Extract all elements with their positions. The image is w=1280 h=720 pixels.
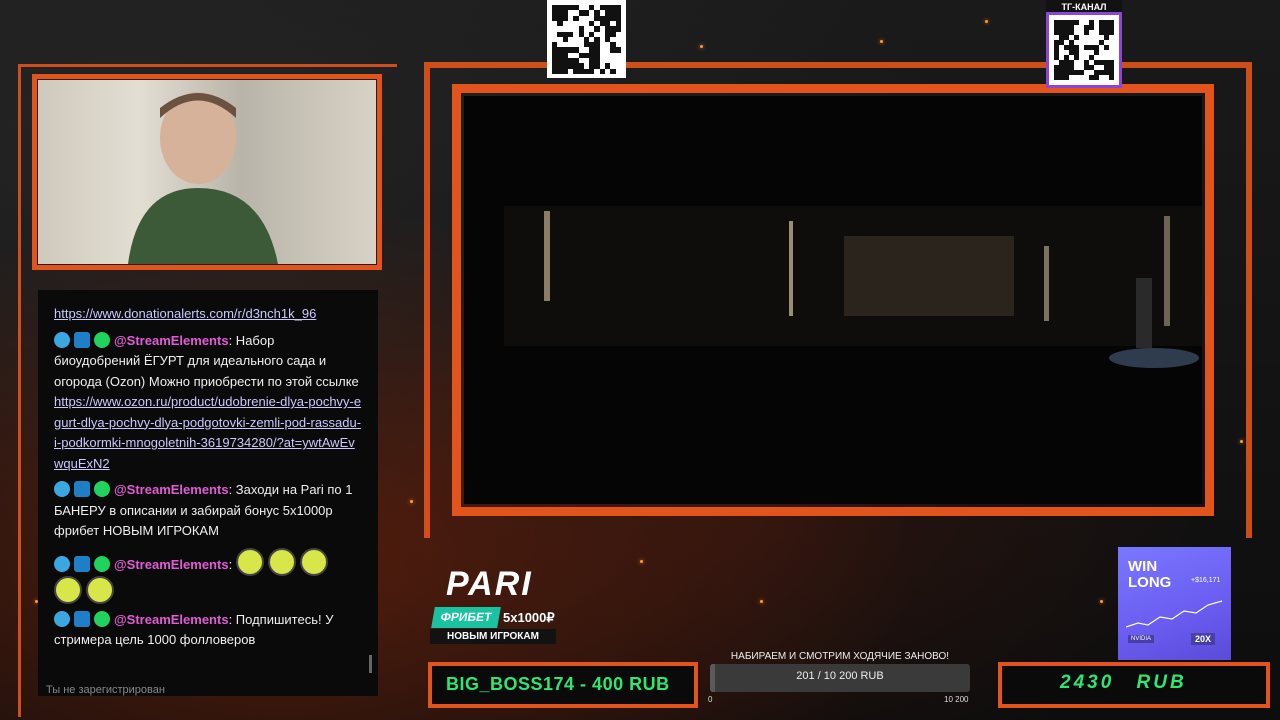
qr-cell xyxy=(562,15,568,21)
qr-cell xyxy=(1089,25,1094,30)
chat-scrollbar[interactable] xyxy=(369,655,372,673)
moderator-badge-icon xyxy=(74,481,90,497)
qr-cell xyxy=(1109,30,1114,35)
qr-cell xyxy=(1079,70,1084,75)
emote-icon xyxy=(267,547,296,576)
chat-message: @StreamElements: Заходи на Pari по 1 БАН… xyxy=(38,480,378,542)
bot-badge-icon xyxy=(54,481,70,497)
emote-icon xyxy=(235,547,264,576)
ad-title-line1: WIN xyxy=(1128,558,1158,575)
verified-badge-icon xyxy=(94,555,110,572)
qr-cell xyxy=(1109,75,1114,80)
chat-username[interactable]: @StreamElements xyxy=(114,557,229,572)
goal-min-label: 0 xyxy=(708,695,713,704)
verified-badge-icon xyxy=(94,481,110,497)
qr-cell xyxy=(1074,20,1079,25)
pari-new-players: НОВЫМ ИГРОКАМ xyxy=(430,629,556,644)
webcam-feed xyxy=(38,80,376,264)
qr-cell xyxy=(610,31,616,37)
qr-cell xyxy=(567,31,574,37)
chat-username[interactable]: @StreamElements xyxy=(114,612,229,627)
goal-progress-text: 201 / 10 200 RUB xyxy=(796,670,884,682)
ad-brand: NVIDIA xyxy=(1128,635,1155,643)
ad-title: WIN LONG xyxy=(1128,559,1171,591)
chat-message: https://www.donationalerts.com/r/d3nch1k… xyxy=(38,304,378,325)
moderator-badge-icon xyxy=(74,331,90,348)
qr-cell xyxy=(1084,30,1089,35)
qr-cell xyxy=(599,68,606,74)
qr-cell xyxy=(1094,50,1099,55)
qr-cell xyxy=(1074,35,1079,40)
chat-message: @StreamElements: Набор биоудобрений ЁГУР… xyxy=(38,331,378,475)
qr-cell xyxy=(615,47,621,53)
game-capture xyxy=(464,96,1202,504)
chat-message: @StreamElements: Подпишитесь! У стримера… xyxy=(38,610,378,651)
ad-value: +$16,171 xyxy=(1191,577,1221,584)
ad-leverage: 20X xyxy=(1191,633,1216,645)
verified-badge-icon xyxy=(94,331,110,348)
trading-ad-card[interactable]: WIN LONG +$16,171 NVIDIA 20X xyxy=(1118,547,1231,660)
goal-title: НАБИРАЕМ И СМОТРИМ ХОДЯЧИЕ ЗАНОВО! xyxy=(730,651,950,662)
game-scene xyxy=(464,96,1202,504)
emote-icon xyxy=(299,547,328,576)
qr-cell xyxy=(1064,75,1069,80)
streamer-silhouette xyxy=(128,92,278,264)
bot-badge-icon xyxy=(54,610,70,627)
qr-cell xyxy=(562,68,568,74)
emote-icon xyxy=(54,575,82,604)
donation-link[interactable]: https://www.donationalerts.com/r/d3nch1k… xyxy=(54,306,316,321)
qr-cell xyxy=(557,20,563,27)
tg-qr-code xyxy=(1046,12,1122,88)
pari-freebet-badge: ФРИБЕТ xyxy=(431,607,501,628)
bot-badge-icon xyxy=(54,331,70,348)
moderator-badge-icon xyxy=(74,555,90,572)
qr-cell xyxy=(573,15,579,21)
pari-bonus: 5x1000₽ xyxy=(503,610,555,625)
chat-footer: Ты не зарегистрирован xyxy=(46,684,165,696)
qr-cell xyxy=(1094,75,1099,80)
qr-cell xyxy=(610,68,616,74)
verified-badge-icon xyxy=(94,610,110,627)
qr-cell xyxy=(615,26,621,32)
ad-title-line2: LONG xyxy=(1128,574,1172,591)
bot-badge-icon xyxy=(54,555,70,572)
qr-cell xyxy=(583,10,590,16)
qr-cell xyxy=(589,68,595,74)
qr-cell xyxy=(1074,55,1079,60)
goal-max-label: 10 200 xyxy=(944,695,969,704)
pari-logo: PARI xyxy=(446,565,533,603)
chat-username[interactable]: @StreamElements xyxy=(114,333,229,348)
ad-chart-line xyxy=(1126,600,1223,628)
emote-icon xyxy=(86,575,114,604)
qr-cell xyxy=(562,36,568,43)
qr-cell xyxy=(594,26,600,32)
moderator-badge-icon xyxy=(74,610,90,627)
last-donation-text: BIG_BOSS174 - 400 RUB xyxy=(446,674,670,694)
qr-cell xyxy=(1104,45,1109,50)
chat-username[interactable]: @StreamElements xyxy=(114,482,229,497)
vk-qr-code xyxy=(547,0,626,78)
chat-panel[interactable]: https://www.donationalerts.com/r/d3nch1k… xyxy=(38,290,378,696)
chat-message: @StreamElements: xyxy=(38,547,378,604)
ozon-link[interactable]: https://www.ozon.ru/product/udobrenie-dl… xyxy=(54,394,361,471)
chat-separator: : xyxy=(228,556,233,572)
total-donations-text: 2430 RUB xyxy=(1060,672,1187,693)
qr-cell xyxy=(1104,35,1109,40)
